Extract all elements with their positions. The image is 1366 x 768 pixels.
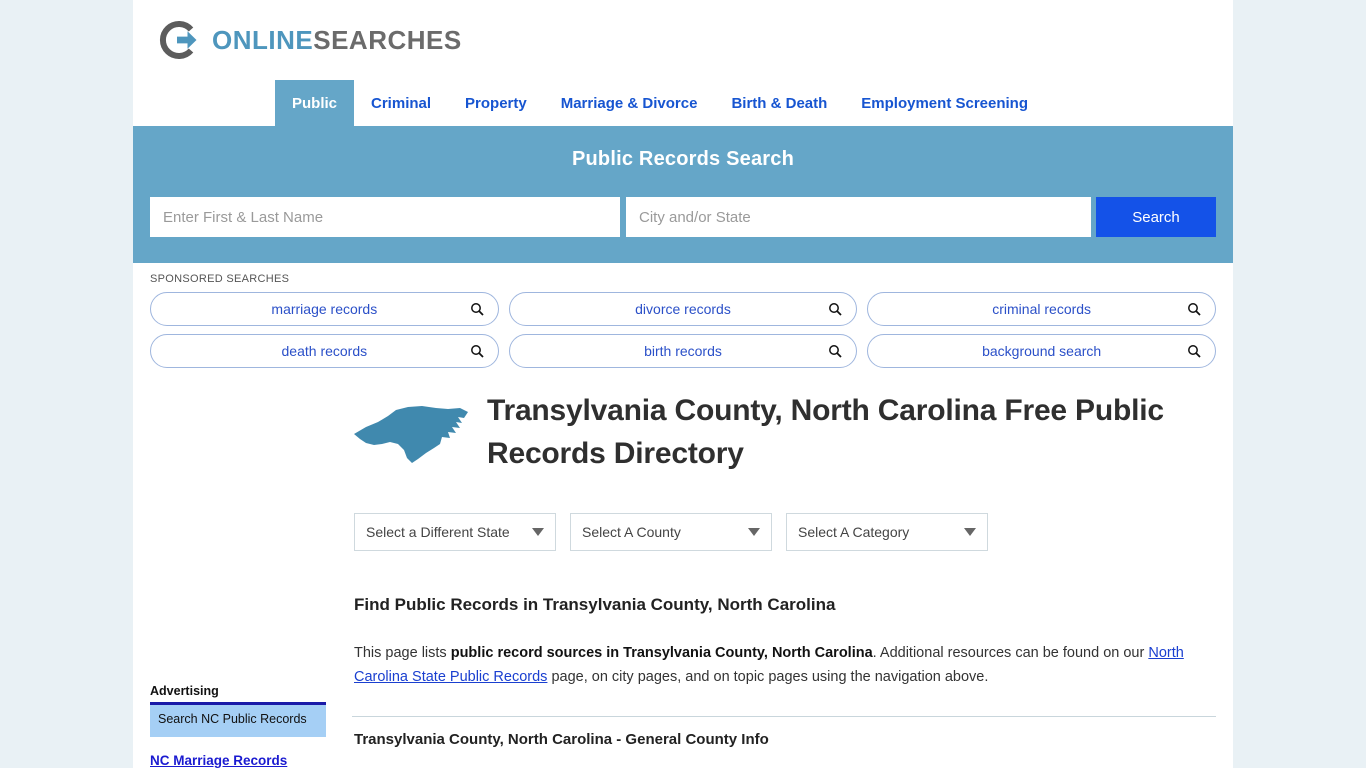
state-select-label: Select a Different State [366,524,510,541]
intro-text-1: This page lists [354,645,451,662]
sidebar-link-nc-marriage-records[interactable]: NC Marriage Records [150,753,326,768]
county-select[interactable]: Select A County [570,513,772,552]
location-search-input[interactable] [626,197,1091,237]
intro-text-3: page, on city pages, and on topic pages … [547,668,989,685]
page-container: ONLINESEARCHES Public Criminal Property … [133,0,1233,768]
chevron-down-icon [532,528,544,537]
magnifier-icon [1187,344,1201,358]
intro-paragraph: This page lists public record sources in… [352,642,1216,689]
circle-arrow-icon [157,18,201,62]
body-wrapper: Advertising Search NC Public Records NC … [133,376,1233,768]
sponsored-searches-grid: marriage records divorce records crimina… [150,292,1216,368]
tab-property[interactable]: Property [448,80,544,126]
intro-text-bold: public record sources in Transylvania Co… [450,645,873,662]
public-records-search-band: Public Records Search Search [133,126,1233,263]
sponsored-pill-label: divorce records [635,301,731,317]
ad-box-search-nc-public-records[interactable]: Search NC Public Records [150,702,326,737]
page-title: Transylvania County, North Carolina Free… [487,394,1164,470]
search-form: Search [150,197,1216,237]
magnifier-icon [828,344,842,358]
section-heading: Find Public Records in Transylvania Coun… [354,595,836,615]
state-select[interactable]: Select a Different State [354,513,556,552]
magnifier-icon [828,302,842,316]
advertising-label: Advertising [150,684,219,698]
site-logo[interactable]: ONLINESEARCHES [157,18,462,62]
sponsored-pill-criminal-records[interactable]: criminal records [867,292,1216,326]
page-root: ONLINESEARCHES Public Criminal Property … [0,0,1366,768]
filter-dropdowns: Select a Different State Select A County… [352,513,1216,552]
north-carolina-map-icon [352,390,476,466]
logo-text: ONLINESEARCHES [212,25,462,56]
name-search-input[interactable] [150,197,620,237]
tab-employment-screening[interactable]: Employment Screening [844,80,1045,126]
intro-text-2: . Additional resources can be found on o… [872,645,1149,662]
sponsored-pill-death-records[interactable]: death records [150,334,499,368]
sponsored-pill-marriage-records[interactable]: marriage records [150,292,499,326]
main-content: Transylvania County, North Carolina Free… [326,390,1216,768]
search-band-title: Public Records Search [571,148,795,170]
content-divider [352,716,1216,718]
category-select[interactable]: Select A Category [786,513,988,552]
tab-criminal[interactable]: Criminal [354,80,448,126]
sponsored-pill-label: criminal records [992,301,1092,317]
tab-public[interactable]: Public [275,80,355,126]
main-nav: Public Criminal Property Marriage & Divo… [133,80,1233,126]
sponsored-searches-section: SPONSORED SEARCHES marriage records divo… [133,263,1233,376]
sponsored-pill-label: birth records [644,343,722,359]
sidebar: Advertising Search NC Public Records NC … [150,390,326,768]
magnifier-icon [470,344,484,358]
sponsored-pill-birth-records[interactable]: birth records [508,334,858,368]
subsection-heading: Transylvania County, North Carolina - Ge… [354,731,769,749]
logo-text-online: ONLINE [212,24,314,55]
sidebar-links: NC Marriage Records NC Divorce Records N… [150,753,326,768]
sponsored-pill-divorce-records[interactable]: divorce records [508,292,858,326]
category-select-label: Select A Category [798,524,910,541]
site-header: ONLINESEARCHES [133,0,1233,80]
logo-text-searches: SEARCHES [313,24,462,55]
sponsored-pill-background-search[interactable]: background search [867,334,1216,368]
sponsored-pill-label: background search [982,343,1102,359]
sponsored-pill-label: death records [281,343,368,359]
page-title-row: Transylvania County, North Carolina Free… [352,390,1216,475]
magnifier-icon [470,302,484,316]
county-select-label: Select A County [582,524,681,541]
sponsored-searches-label: SPONSORED SEARCHES [150,273,290,285]
tab-marriage-divorce[interactable]: Marriage & Divorce [544,80,715,126]
sponsored-pill-label: marriage records [271,301,378,317]
magnifier-icon [1187,302,1201,316]
tab-birth-death[interactable]: Birth & Death [714,80,844,126]
search-button[interactable]: Search [1096,197,1216,237]
chevron-down-icon [748,528,760,537]
chevron-down-icon [964,528,976,537]
